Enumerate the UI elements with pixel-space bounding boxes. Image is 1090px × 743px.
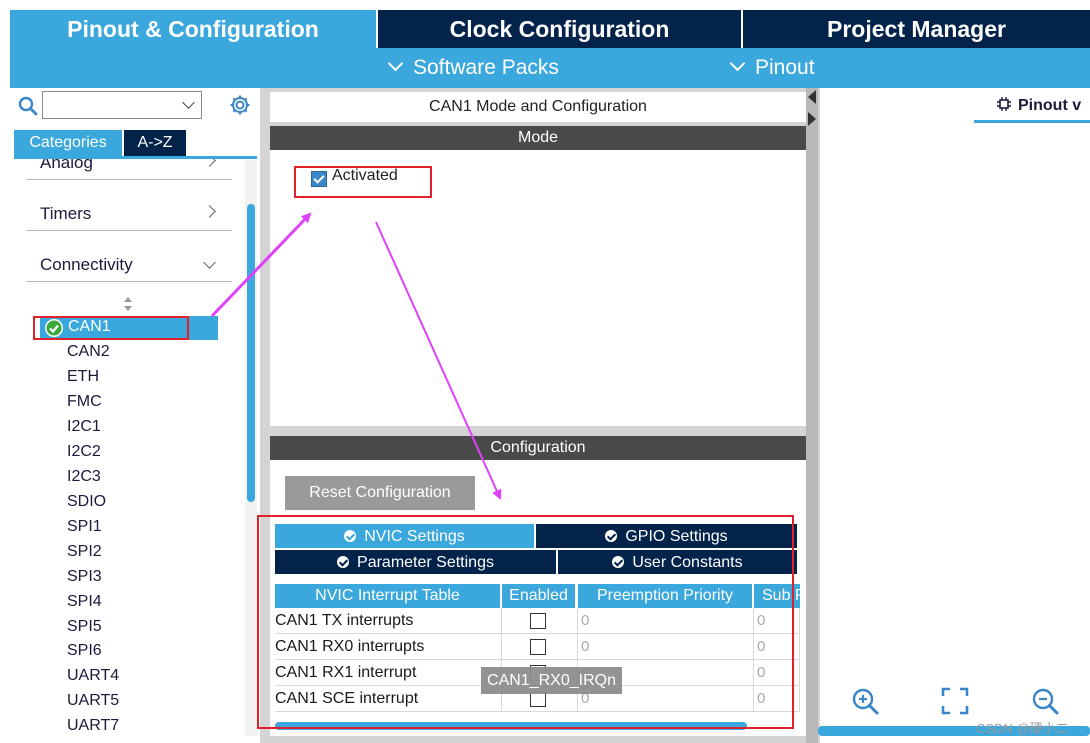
list-item-spi1[interactable]: SPI1: [67, 516, 102, 538]
pinout-menu-label: Pinout: [755, 56, 815, 79]
category-analog[interactable]: Analog: [26, 159, 232, 180]
list-item-uart5[interactable]: UART5: [67, 690, 119, 712]
category-label: Timers: [40, 204, 92, 223]
tab-categories[interactable]: Categories: [14, 130, 122, 156]
search-icon[interactable]: [18, 96, 38, 116]
pinout-tab-underline: [974, 120, 1090, 123]
panel-title: CAN1 Mode and Configuration: [270, 92, 806, 122]
tab-pinout-configuration[interactable]: Pinout & Configuration: [10, 10, 376, 48]
tab-clock-configuration[interactable]: Clock Configuration: [378, 10, 741, 48]
list-item-uart4[interactable]: UART4: [67, 665, 119, 687]
list-item-spi6[interactable]: SPI6: [67, 640, 102, 662]
zoom-in-icon[interactable]: [850, 686, 880, 716]
sort-icon[interactable]: [122, 295, 134, 313]
zoom-out-icon[interactable]: [1030, 686, 1060, 716]
list-item-spi3[interactable]: SPI3: [67, 566, 102, 588]
chevron-down-icon[interactable]: [182, 96, 195, 109]
tab-pinout-view[interactable]: Pinout v: [974, 92, 1090, 120]
annotation-box-activated: [294, 166, 432, 198]
collapse-left-icon[interactable]: [808, 90, 816, 104]
software-packs-label: Software Packs: [413, 56, 559, 79]
category-timers[interactable]: Timers: [26, 179, 232, 231]
list-item-spi4[interactable]: SPI4: [67, 591, 102, 613]
annotation-box-can1: [33, 316, 189, 340]
gear-icon[interactable]: [228, 93, 252, 117]
chevron-down-icon: [203, 256, 216, 269]
list-item-i2c3[interactable]: I2C3: [67, 466, 101, 488]
list-item-fmc[interactable]: FMC: [67, 391, 102, 413]
annotation-box-nvic: [257, 515, 794, 729]
list-item-spi5[interactable]: SPI5: [67, 616, 102, 638]
list-item-sdio[interactable]: SDIO: [67, 491, 106, 513]
search-input[interactable]: [42, 91, 202, 119]
list-item-i2c2[interactable]: I2C2: [67, 441, 101, 463]
chevron-right-icon: [203, 159, 216, 167]
reset-configuration-button[interactable]: Reset Configuration: [285, 476, 475, 510]
chevron-down-icon: [387, 55, 404, 72]
sub-menu-bar: Software Packs Pinout: [10, 48, 1090, 88]
watermark: CSDN @硬小二: [976, 721, 1069, 736]
panel-splitter[interactable]: [806, 88, 818, 743]
chevron-right-icon: [203, 205, 216, 218]
pinout-menu[interactable]: Pinout: [729, 48, 815, 88]
list-item-uart7[interactable]: UART7: [67, 715, 119, 737]
tab-project-manager[interactable]: Project Manager: [743, 10, 1090, 48]
sidebar-scrollbar-thumb[interactable]: [247, 204, 255, 502]
expand-right-icon[interactable]: [808, 112, 816, 126]
main-tab-bar: Pinout & Configuration Clock Configurati…: [10, 10, 1090, 48]
category-connectivity[interactable]: Connectivity: [26, 230, 232, 282]
list-item-spi2[interactable]: SPI2: [67, 541, 102, 563]
category-label: Analog: [40, 159, 93, 172]
list-item-eth[interactable]: ETH: [67, 366, 99, 388]
configuration-header: Configuration: [270, 436, 806, 460]
category-label: Connectivity: [40, 255, 133, 274]
list-item-can2[interactable]: CAN2: [67, 341, 110, 363]
list-item-i2c1[interactable]: I2C1: [67, 416, 101, 438]
tab-a-to-z[interactable]: A->Z: [124, 130, 186, 156]
category-list: Analog Timers Connectivity: [14, 159, 245, 743]
pinout-view-label: Pinout v: [1018, 97, 1082, 114]
fit-screen-icon[interactable]: [940, 686, 970, 716]
chevron-down-icon: [729, 55, 746, 72]
mode-header: Mode: [270, 126, 806, 150]
software-packs-menu[interactable]: Software Packs: [387, 48, 559, 88]
chip-icon: [997, 97, 1011, 111]
